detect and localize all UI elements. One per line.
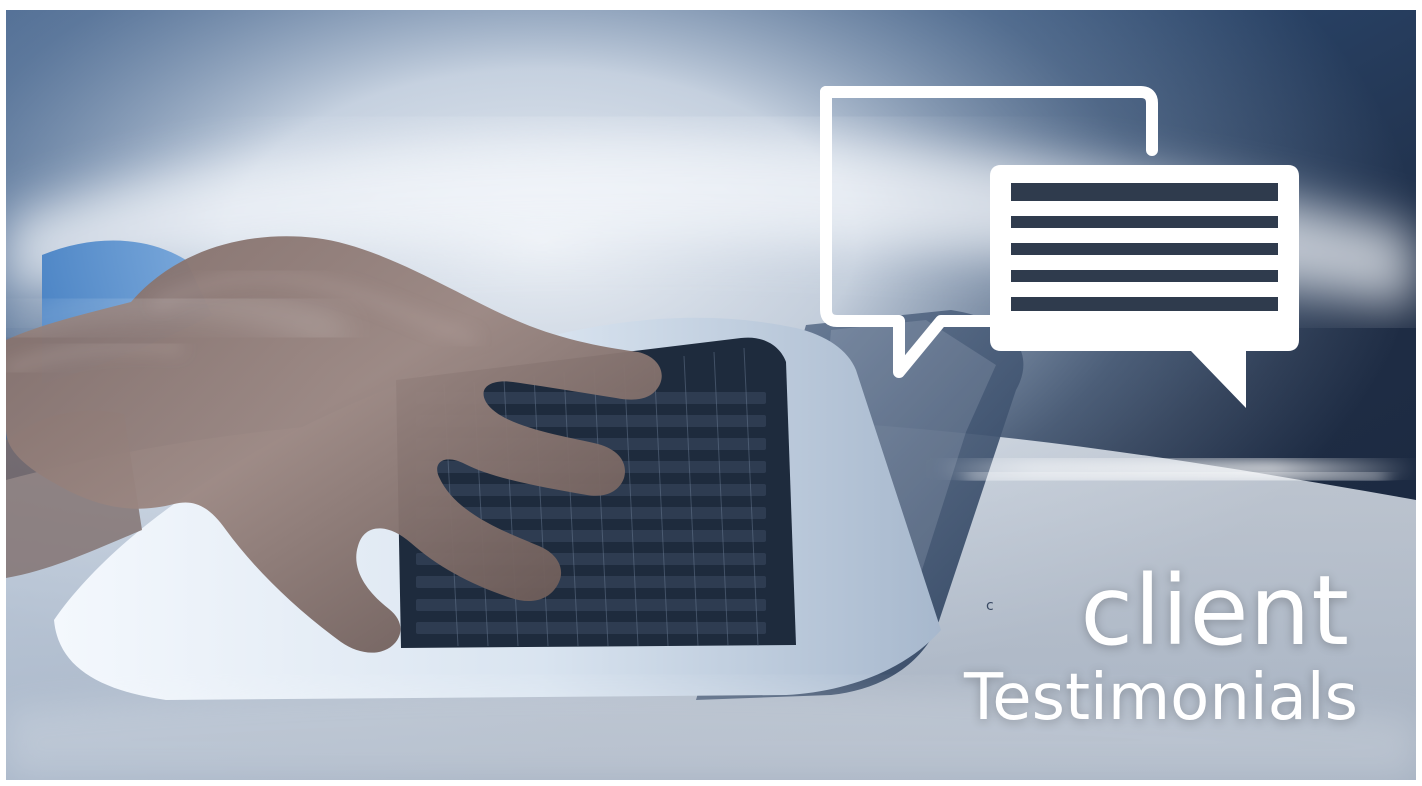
hero-caption: client Testimonials	[838, 563, 1358, 732]
title-line-1: client	[1080, 554, 1350, 667]
hero-banner: c client Testimonials	[6, 10, 1416, 780]
title-line-2: Testimonials	[964, 660, 1358, 735]
